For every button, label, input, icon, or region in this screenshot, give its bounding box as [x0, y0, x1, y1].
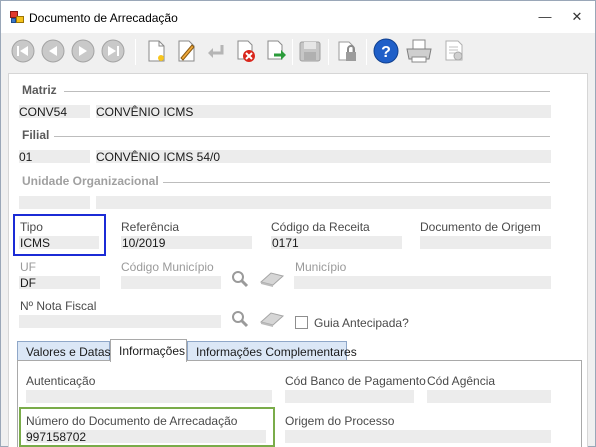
first-record-button[interactable]: [9, 37, 37, 65]
report-button[interactable]: [441, 37, 469, 65]
edit-button[interactable]: [172, 37, 200, 65]
autenticacao-label: Autenticação: [26, 374, 96, 388]
lock-icon: [338, 41, 356, 61]
print-icon: [406, 39, 432, 63]
last-record-button[interactable]: [99, 37, 127, 65]
codigo-municipio-field[interactable]: [121, 276, 221, 289]
toolbar-separator: [135, 39, 136, 65]
print-button[interactable]: [404, 37, 432, 65]
previous-record-icon: [41, 39, 65, 63]
referencia-label: Referência: [121, 220, 180, 234]
title-bar: Documento de Arrecadação — ✕: [1, 1, 595, 33]
uf-label: UF: [20, 260, 36, 274]
unidade-code-field: [19, 196, 90, 209]
codigo-receita-value: 0171: [272, 236, 299, 250]
matriz-code: CONV54: [19, 105, 68, 119]
tab-informacoes[interactable]: Informações: [110, 339, 187, 362]
guia-antecipada-label: Guia Antecipada?: [314, 316, 409, 330]
toolbar-separator: [366, 39, 367, 65]
minimize-button[interactable]: —: [531, 7, 559, 27]
eraser-icon[interactable]: [259, 270, 285, 288]
delete-button[interactable]: [232, 37, 260, 65]
document-window: Documento de Arrecadação — ✕ ? Matriz CO…: [0, 0, 596, 447]
save-button[interactable]: [296, 37, 324, 65]
municipio-field[interactable]: [294, 276, 551, 289]
filial-name: CONVÊNIO ICMS 54/0: [96, 150, 221, 164]
search-icon[interactable]: [231, 270, 249, 288]
export-arrow-icon: [267, 40, 286, 60]
toolbar: ?: [1, 33, 595, 70]
matriz-header: Matriz: [22, 83, 57, 97]
cod-agencia-label: Cód Agência: [427, 374, 496, 388]
documento-origem-field[interactable]: [420, 236, 551, 249]
last-record-icon: [101, 39, 125, 63]
nota-fiscal-field[interactable]: [19, 315, 221, 328]
report-icon: [445, 40, 463, 61]
uf-value: DF: [20, 276, 36, 290]
guia-antecipada-checkbox[interactable]: [295, 316, 308, 329]
nota-fiscal-label: Nº Nota Fiscal: [20, 299, 97, 313]
cod-banco-label: Cód Banco de Pagamento: [285, 374, 426, 388]
undo-button[interactable]: [202, 37, 230, 65]
help-button[interactable]: ?: [372, 37, 400, 65]
next-record-button[interactable]: [69, 37, 97, 65]
documento-origem-label: Documento de Origem: [420, 220, 541, 234]
referencia-value: 10/2019: [122, 236, 166, 250]
unidade-name-field: [96, 196, 551, 209]
municipio-label: Município: [295, 260, 347, 274]
codigo-municipio-label: Código Município: [121, 260, 214, 274]
unidade-header: Unidade Organizacional: [22, 174, 159, 188]
toolbar-separator: [328, 39, 329, 65]
close-button[interactable]: ✕: [563, 7, 591, 27]
previous-record-button[interactable]: [39, 37, 67, 65]
edit-pencil-icon: [178, 40, 195, 62]
cod-agencia-field[interactable]: [427, 390, 551, 403]
autenticacao-field[interactable]: [26, 390, 272, 403]
matriz-name: CONVÊNIO ICMS: [96, 105, 194, 119]
filial-code: 01: [19, 150, 33, 164]
filial-header: Filial: [22, 128, 50, 142]
next-record-icon: [71, 39, 95, 63]
eraser-icon[interactable]: [259, 310, 285, 328]
filial-divider: [54, 136, 550, 137]
toolbar-separator: [292, 39, 293, 65]
numero-documento-label: Número do Documento de Arrecadação: [26, 414, 238, 428]
lock-button[interactable]: [334, 37, 362, 65]
matriz-divider: [64, 91, 550, 92]
delete-icon: [237, 40, 255, 62]
export-button[interactable]: [262, 37, 290, 65]
tab-valores-e-datas[interactable]: Valores e Datas: [17, 341, 111, 361]
window-title: Documento de Arrecadação: [29, 11, 178, 25]
first-record-icon: [11, 39, 35, 63]
new-button[interactable]: [142, 37, 170, 65]
origem-processo-label: Origem do Processo: [285, 414, 395, 428]
origem-processo-field[interactable]: [285, 430, 551, 443]
numero-documento-value: 997158702: [26, 430, 87, 444]
cod-banco-field[interactable]: [285, 390, 414, 403]
undo-icon: [208, 45, 224, 58]
app-icon: [10, 11, 24, 24]
tab-panel-informacoes: Autenticação Cód Banco de Pagamento Cód …: [17, 360, 582, 447]
tipo-value: ICMS: [20, 236, 50, 250]
new-document-icon: [148, 40, 165, 62]
codigo-receita-label: Código da Receita: [271, 220, 370, 234]
tab-informacoes-complementares[interactable]: Informações Complementares: [187, 341, 357, 361]
save-disk-icon: [299, 41, 321, 62]
unidade-divider: [163, 182, 550, 183]
tipo-label: Tipo: [20, 220, 43, 234]
help-icon: ?: [373, 38, 399, 64]
svg-text:?: ?: [381, 44, 391, 61]
search-icon[interactable]: [231, 310, 249, 328]
